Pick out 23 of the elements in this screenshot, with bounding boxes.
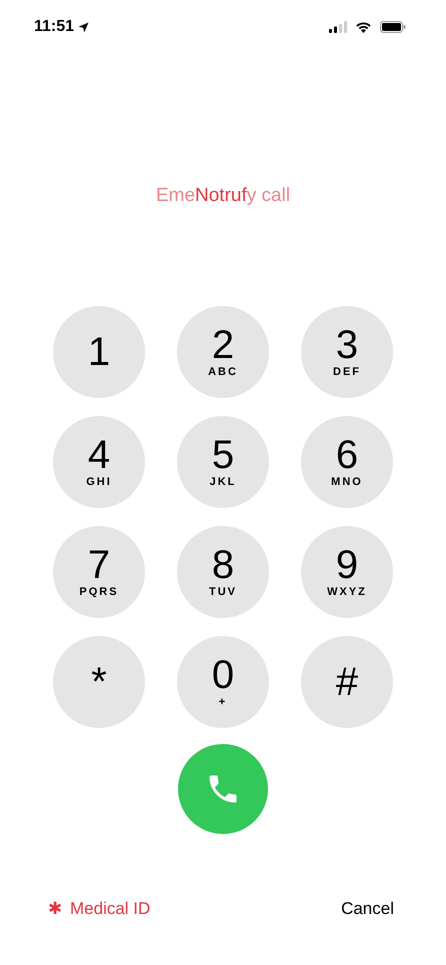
- dial-key[interactable]: 2 ABC: [177, 306, 269, 398]
- cancel-button[interactable]: Cancel: [341, 896, 394, 922]
- location-arrow-icon: [78, 22, 90, 32]
- medical-id-button[interactable]: ✱ Medical ID: [48, 896, 150, 922]
- wifi-icon: [355, 21, 372, 33]
- dial-key[interactable]: 3 DEF: [301, 306, 393, 398]
- dial-key[interactable]: 5 JKL: [177, 416, 269, 508]
- dial-key[interactable]: #: [301, 636, 393, 728]
- background-label: Eme: [156, 184, 196, 208]
- dial-key[interactable]: 6 MNO: [301, 416, 393, 508]
- dial-key[interactable]: 9 WXYZ: [301, 526, 393, 618]
- dial-key[interactable]: 1: [53, 306, 145, 398]
- dial-key[interactable]: 8 TUV: [177, 526, 269, 618]
- background-label: y call: [246, 184, 290, 208]
- dial-key[interactable]: 7 PQRS: [53, 526, 145, 618]
- dial-key[interactable]: 4 GHI: [53, 416, 145, 508]
- battery-icon: [380, 21, 406, 33]
- signal-icon: [329, 21, 347, 33]
- dial-key[interactable]: 0 +: [177, 636, 269, 728]
- status-time: 11:51: [34, 17, 74, 37]
- asterisk-icon: ✱: [48, 896, 62, 922]
- dial-key[interactable]: *: [53, 636, 145, 728]
- emergency-title: Notruf: [195, 184, 247, 208]
